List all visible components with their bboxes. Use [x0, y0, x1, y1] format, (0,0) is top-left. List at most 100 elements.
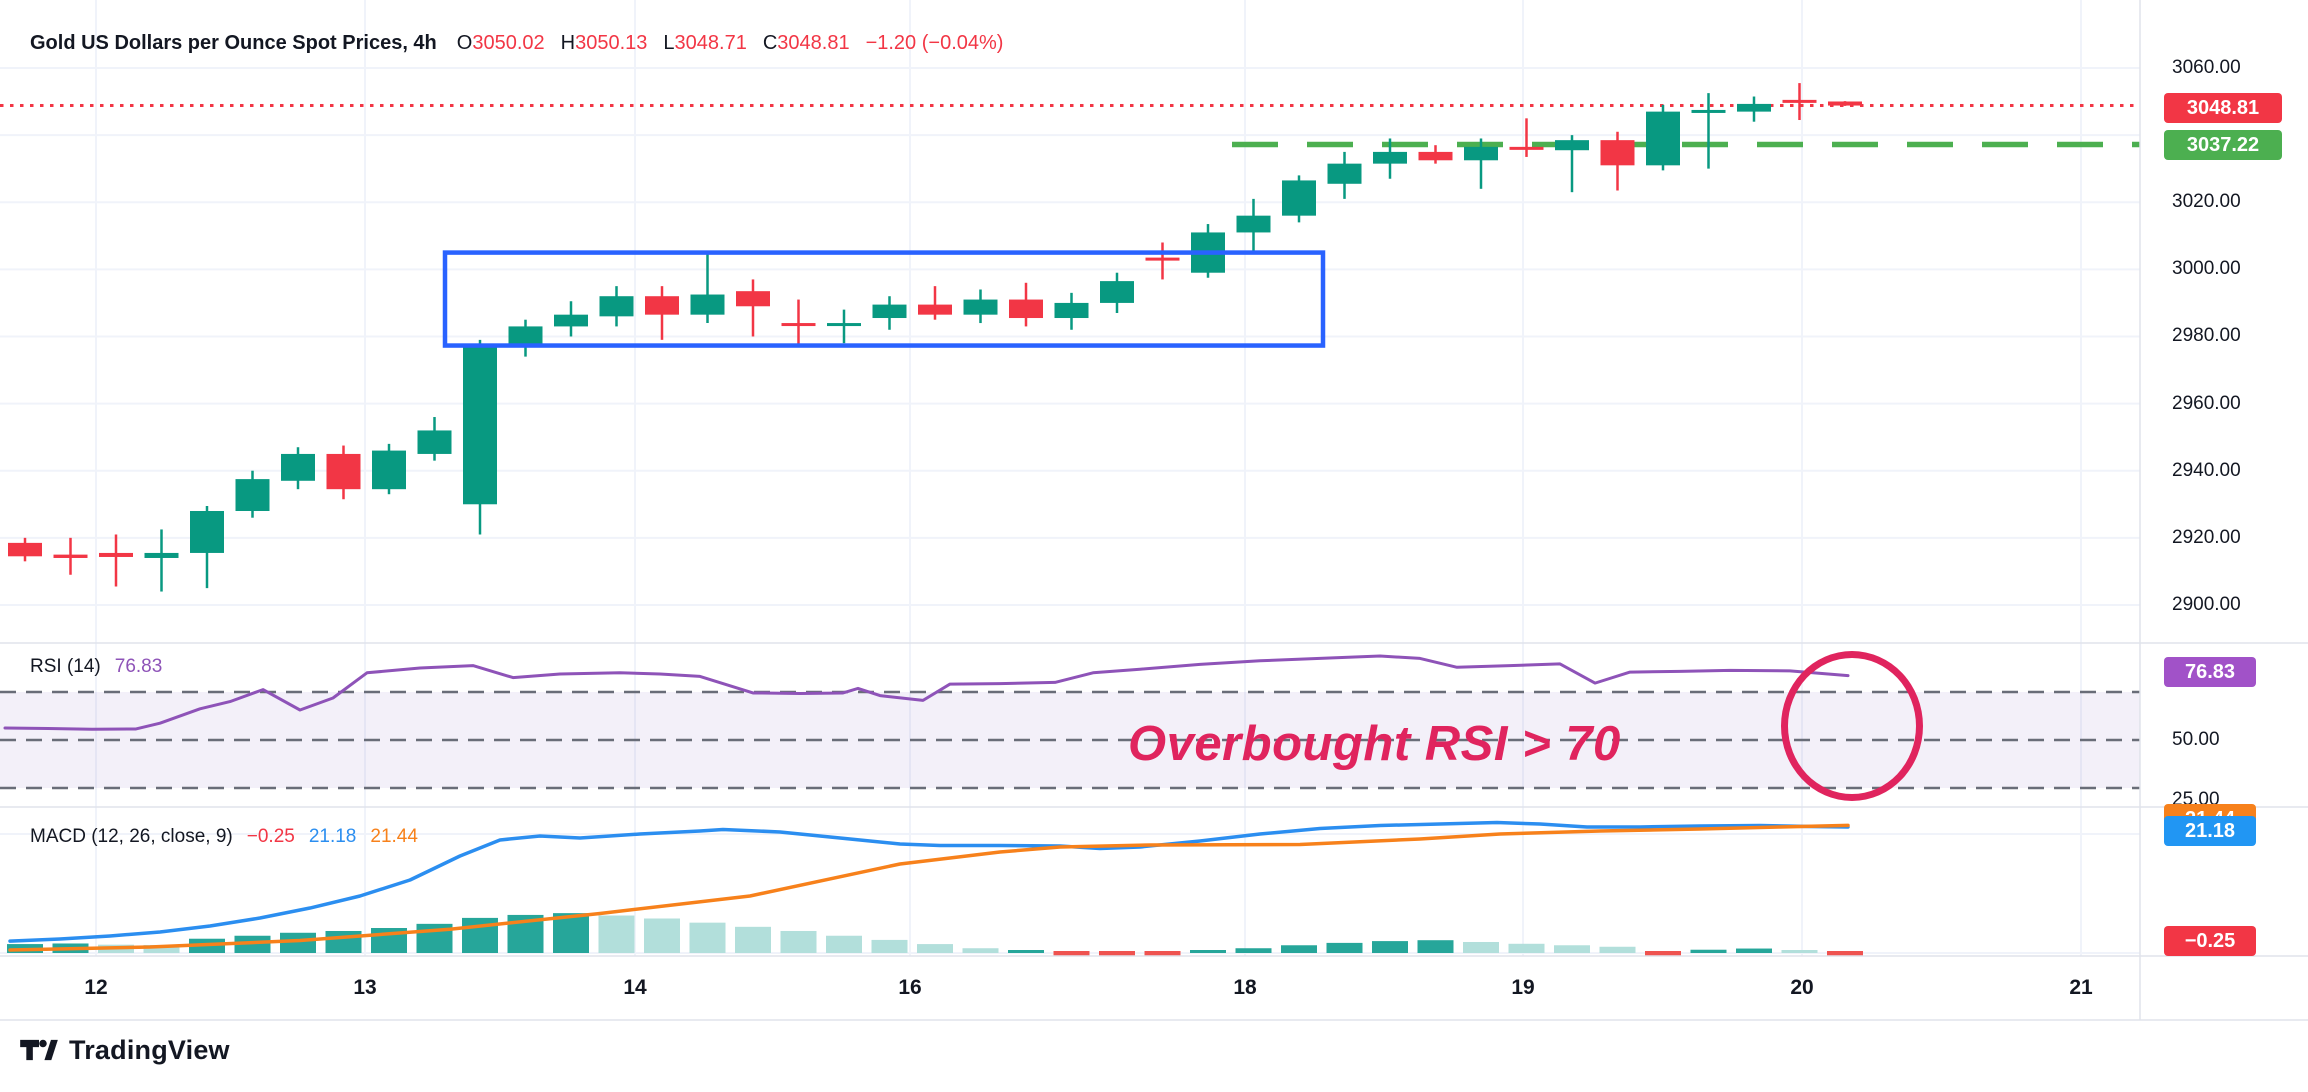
macd-hist-bar — [1782, 950, 1818, 953]
macd-hist-bar — [963, 948, 999, 953]
candle-body — [1464, 147, 1498, 160]
candle-body — [554, 315, 588, 327]
candle-body — [782, 323, 816, 326]
price-tick-label: 3060.00 — [2172, 57, 2241, 79]
macd-hist-bar — [1008, 950, 1044, 953]
price-tick-label: 3000.00 — [2172, 258, 2241, 280]
price-tick-label: 2900.00 — [2172, 594, 2241, 616]
macd-hist-bar — [1190, 950, 1226, 953]
macd-hist-bar — [735, 927, 771, 953]
macd-hist-bar — [644, 918, 680, 953]
time-tick-label: 21 — [2069, 976, 2092, 1000]
tradingview-logo[interactable]: TradingView — [18, 1030, 230, 1070]
candle-body — [964, 300, 998, 315]
overbought-annotation-text[interactable]: Overbought RSI > 70 — [1128, 716, 1621, 772]
rsi-tick-label: 50.00 — [2172, 729, 2220, 751]
main-legend: Gold US Dollars per Ounce Spot Prices, 4… — [30, 32, 1003, 55]
candle-body — [1146, 258, 1180, 261]
time-tick-label: 19 — [1511, 976, 1534, 1000]
time-tick-label: 16 — [898, 976, 921, 1000]
macd-legend: MACD (12, 26, close, 9) −0.25 21.18 21.4… — [30, 826, 418, 848]
candle-body — [1646, 112, 1680, 166]
macd-hist-bar — [1281, 945, 1317, 953]
candle-body — [463, 347, 497, 505]
ohlc-high: H3050.13 — [561, 32, 648, 55]
macd-hist-bar — [781, 931, 817, 953]
candle-body — [1282, 180, 1316, 215]
tradingview-logo-text: TradingView — [69, 1035, 230, 1066]
candle-body — [190, 511, 224, 553]
candle-body — [873, 305, 907, 318]
macd-hist-bar — [690, 923, 726, 953]
macd-hist-bar — [1463, 942, 1499, 953]
tradingview-chart-window: Gold US Dollars per Ounce Spot Prices, 4… — [0, 0, 2308, 1092]
macd-label: MACD (12, 26, close, 9) — [30, 826, 233, 848]
rsi-value: 76.83 — [115, 656, 163, 678]
macd-signal-value: 21.44 — [370, 826, 418, 848]
candle-body — [1100, 281, 1134, 303]
candle-body — [1419, 152, 1453, 160]
macd-hist-value: −0.25 — [247, 826, 295, 848]
time-tick-label: 20 — [1790, 976, 1813, 1000]
candle-body — [1692, 110, 1726, 113]
candle-body — [1009, 300, 1043, 318]
candle-body — [281, 454, 315, 481]
circle-annotation[interactable] — [1781, 651, 1923, 801]
candle-body — [1237, 216, 1271, 233]
candle-body — [8, 543, 42, 556]
macd-hist-badge: −0.25 — [2164, 926, 2256, 956]
price-tick-label: 2980.00 — [2172, 325, 2241, 347]
candle-body — [236, 479, 270, 511]
rsi-value-badge: 76.83 — [2164, 657, 2256, 687]
macd-hist-bar — [1327, 943, 1363, 953]
change-value: −1.20 (−0.04%) — [866, 32, 1004, 55]
time-tick-label: 12 — [84, 976, 107, 1000]
macd-hist-bar — [599, 916, 635, 953]
rsi-label: RSI (14) — [30, 656, 101, 678]
macd-line-value: 21.18 — [309, 826, 357, 848]
tradingview-logo-icon — [18, 1030, 60, 1070]
time-tick-label: 13 — [353, 976, 376, 1000]
macd-hist-bar — [1691, 950, 1727, 953]
ohlc-close: C3048.81 — [763, 32, 850, 55]
candle-body — [600, 296, 634, 316]
time-tick-label: 14 — [623, 976, 646, 1000]
ohlc-low: L3048.71 — [663, 32, 746, 55]
macd-hist-bar — [1509, 944, 1545, 953]
symbol-title: Gold US Dollars per Ounce Spot Prices, 4… — [30, 32, 437, 55]
macd-hist-bar — [872, 940, 908, 953]
candle-body — [145, 553, 179, 558]
rsi-legend: RSI (14) 76.83 — [30, 656, 162, 678]
candle-body — [1601, 140, 1635, 165]
candle-body — [918, 305, 952, 315]
macd-value-badge: 21.18 — [2164, 816, 2256, 846]
macd-hist-bar — [1372, 941, 1408, 953]
level-price-badge: 3037.22 — [2164, 130, 2282, 160]
candle-body — [1373, 152, 1407, 164]
candle-body — [1555, 140, 1589, 150]
macd-hist-bar — [1418, 940, 1454, 953]
price-tick-label: 2940.00 — [2172, 460, 2241, 482]
price-tick-label: 2960.00 — [2172, 393, 2241, 415]
candle-body — [736, 291, 770, 306]
candle-body — [691, 295, 725, 315]
candle-body — [54, 555, 88, 558]
candle-body — [418, 430, 452, 453]
candle-body — [1737, 104, 1771, 112]
candle-body — [99, 553, 133, 557]
price-tick-label: 2920.00 — [2172, 527, 2241, 549]
time-tick-label: 18 — [1233, 976, 1256, 1000]
macd-hist-bar — [1600, 947, 1636, 953]
candle-body — [645, 296, 679, 314]
candle-body — [1783, 100, 1817, 103]
candle-body — [372, 451, 406, 490]
last-price-badge: 3048.81 — [2164, 93, 2282, 123]
time-axis[interactable]: 12 13 14 16 18 19 20 21 — [0, 956, 2140, 1020]
chart-canvas[interactable] — [0, 0, 2308, 1092]
macd-hist-bar — [1554, 945, 1590, 953]
ohlc-open: O3050.02 — [457, 32, 545, 55]
price-tick-label: 3020.00 — [2172, 191, 2241, 213]
candle-body — [1828, 101, 1862, 105]
macd-hist-bar — [1736, 949, 1772, 953]
candle-body — [1510, 147, 1544, 150]
